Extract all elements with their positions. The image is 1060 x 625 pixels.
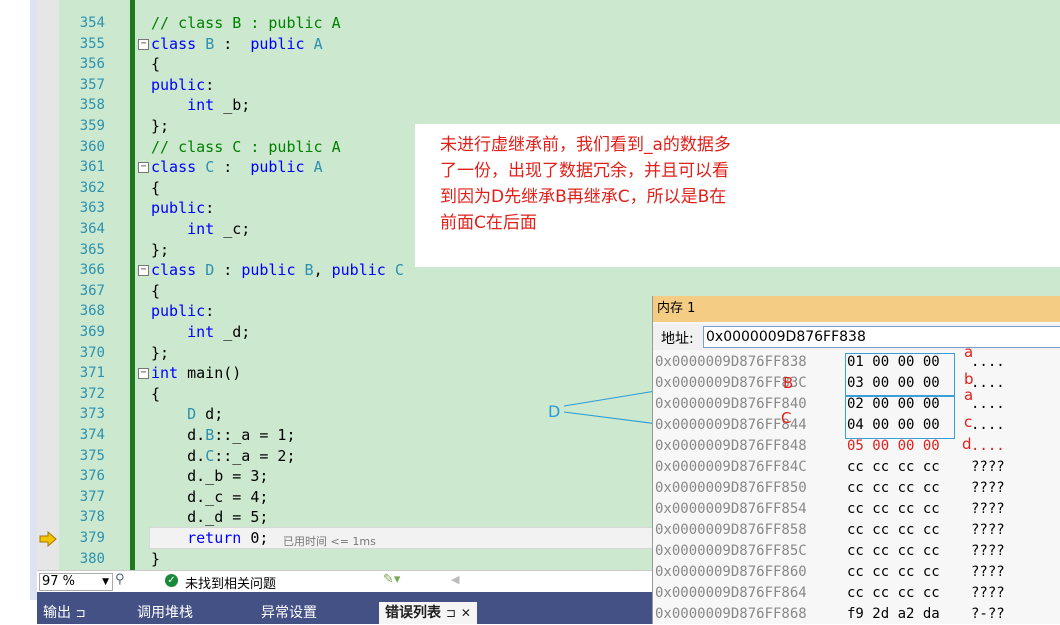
- pin-icon[interactable]: ⊐: [446, 606, 456, 620]
- memory-ascii: ....: [971, 354, 1005, 370]
- memory-ascii: ....: [971, 375, 1005, 391]
- livecode-icon[interactable]: ⚲: [115, 572, 125, 587]
- close-icon[interactable]: ✕: [461, 606, 471, 620]
- memory-bytes[interactable]: f9 2d a2 da: [847, 604, 940, 625]
- mark-C-object: C: [781, 409, 792, 427]
- memory-bytes[interactable]: cc cc cc cc: [847, 541, 940, 562]
- zoom-value: 97 %: [42, 574, 76, 589]
- pin-icon[interactable]: ⊐: [75, 606, 85, 620]
- memory-address: 0x0000009D876FF864: [655, 585, 807, 601]
- memory-bytes[interactable]: cc cc cc cc: [847, 562, 940, 583]
- memory-bytes[interactable]: cc cc cc cc: [847, 478, 940, 499]
- memory-bytes[interactable]: cc cc cc cc: [847, 520, 940, 541]
- memory-ascii: ????: [971, 564, 1005, 580]
- address-label: 地址:: [661, 331, 694, 347]
- tab-error-list[interactable]: 错误列表 ⊐ ✕: [379, 602, 477, 624]
- memory-address: 0x0000009D876FF838: [655, 354, 807, 370]
- mark-B-object: B: [783, 374, 794, 392]
- memory-window-title[interactable]: 内存 1: [653, 296, 1060, 322]
- memory-ascii: ....: [971, 417, 1005, 433]
- memory-ascii: ????: [971, 480, 1005, 496]
- memory-address: 0x0000009D876FF848: [655, 438, 807, 454]
- memory-address-bar: 地址: 0x0000009D876FF838: [653, 324, 1060, 350]
- memory-address: 0x0000009D876FF854: [655, 501, 807, 517]
- memory-ascii: ....: [971, 396, 1005, 412]
- mark-c: c: [964, 413, 973, 431]
- d-label: D: [548, 402, 561, 421]
- tab-error-list-label: 错误列表: [385, 605, 441, 621]
- memory-ascii: ????: [971, 543, 1005, 559]
- memory-ascii: ????: [971, 585, 1005, 601]
- mark-d: d: [962, 435, 972, 453]
- address-input[interactable]: 0x0000009D876FF838: [703, 326, 1060, 348]
- memory-ascii: ????: [971, 501, 1005, 517]
- memory-ascii: ????: [971, 459, 1005, 475]
- tab-output-label: 输出: [43, 605, 71, 621]
- no-issues-text[interactable]: 未找到相关问题: [185, 573, 276, 592]
- zoom-select[interactable]: 97 % ▼: [39, 573, 113, 591]
- b-object-highlight: [845, 353, 955, 397]
- memory-bytes[interactable]: 05 00 00 00: [847, 436, 940, 457]
- check-circle-icon: ✓: [165, 574, 178, 587]
- mark-a-first: a: [964, 343, 974, 361]
- memory-address: 0x0000009D876FF860: [655, 564, 807, 580]
- memory-address: 0x0000009D876FF850: [655, 480, 807, 496]
- code-cleanup-icon[interactable]: ✎▾: [383, 572, 400, 587]
- tab-call-stack[interactable]: 调用堆栈: [131, 602, 199, 624]
- memory-ascii: ....: [971, 438, 1005, 454]
- memory-address: 0x0000009D876FF858: [655, 522, 807, 538]
- memory-ascii: ????: [971, 522, 1005, 538]
- memory-bytes[interactable]: cc cc cc cc: [847, 457, 940, 478]
- mark-a-second: a: [964, 386, 974, 404]
- scroll-left-icon[interactable]: ◀: [451, 573, 459, 586]
- memory-address: 0x0000009D876FF868: [655, 606, 807, 622]
- memory-ascii: ?-??: [971, 606, 1005, 622]
- chevron-down-icon: ▼: [102, 577, 109, 587]
- memory-bytes[interactable]: cc cc cc cc: [847, 499, 940, 520]
- c-object-highlight: [845, 395, 955, 439]
- editor-status-strip: 97 % ▼ ⚲ ✓ 未找到相关问题 ✎▾ ◀: [37, 570, 652, 592]
- memory-window[interactable]: 内存 1 地址: 0x0000009D876FF838 0x0000009D87…: [652, 296, 1060, 624]
- memory-bytes[interactable]: cc cc cc cc: [847, 583, 940, 604]
- memory-address: 0x0000009D876FF85C: [655, 543, 807, 559]
- memory-address: 0x0000009D876FF84C: [655, 459, 807, 475]
- tab-output[interactable]: 输出 ⊐: [37, 602, 92, 624]
- tab-exception-settings[interactable]: 异常设置: [255, 602, 323, 624]
